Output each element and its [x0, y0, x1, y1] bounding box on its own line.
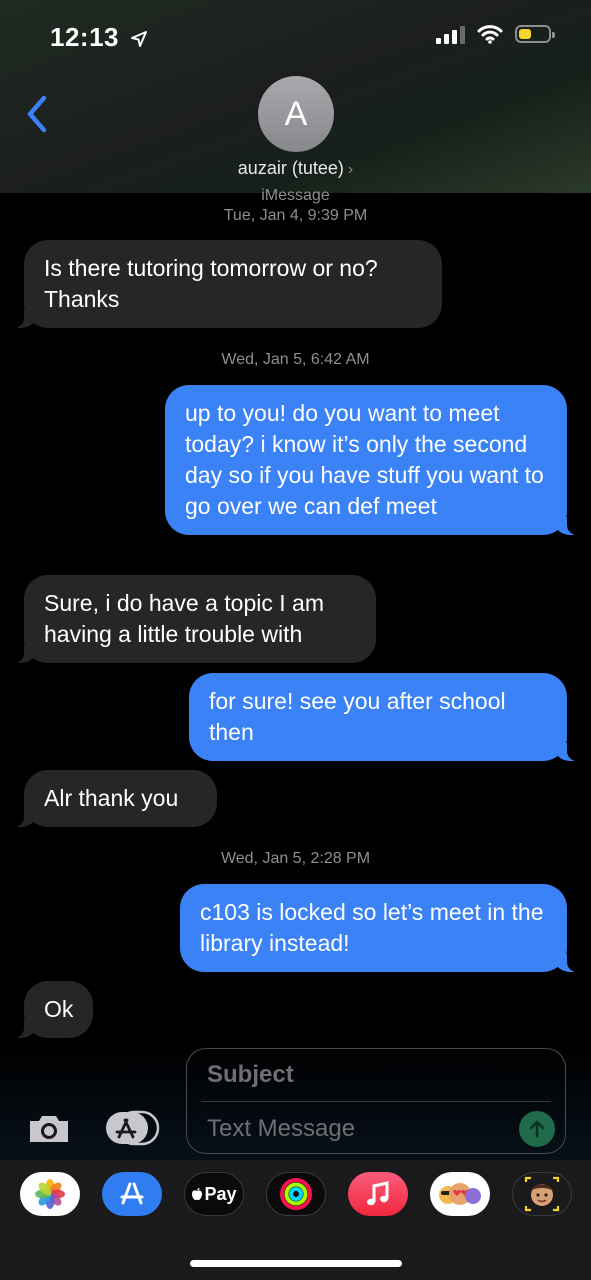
service-label: iMessage [261, 187, 330, 204]
camera-icon[interactable] [26, 1112, 72, 1146]
contact-name-label: auzair (tutee) [237, 158, 344, 178]
memoji-stickers-icon [439, 1183, 481, 1205]
activity-app-icon[interactable] [266, 1172, 326, 1216]
avatar-initial: A [284, 94, 308, 133]
app-store-app-icon[interactable] [102, 1172, 162, 1216]
message-bubble-incoming[interactable]: Ok [14, 981, 93, 1038]
send-button[interactable] [519, 1111, 555, 1147]
message-bubble-incoming[interactable]: Sure, i do have a topic I am having a li… [14, 575, 376, 663]
activity-rings-icon [280, 1178, 312, 1210]
chevron-right-icon: › [347, 161, 354, 178]
timestamp-1: Tue, Jan 4, 9:39 PM [223, 207, 368, 224]
input-divider [201, 1101, 551, 1102]
message-text: for sure! see you after school then [209, 688, 506, 745]
music-note-icon [367, 1181, 389, 1206]
apple-pay-app-icon[interactable]: Pay [184, 1172, 244, 1216]
subject-field[interactable]: Subject [207, 1061, 294, 1089]
message-bubble-outgoing[interactable]: c103 is locked so let’s meet in the libr… [180, 884, 577, 972]
battery-level [519, 29, 531, 39]
battery-icon [515, 25, 555, 43]
animoji-app-icon[interactable] [512, 1172, 572, 1216]
wifi-icon [477, 25, 503, 44]
text-message-field[interactable]: Text Message [207, 1115, 355, 1143]
message-bubble-outgoing[interactable]: up to you! do you want to meet today? i … [165, 385, 577, 535]
app-store-a-icon [120, 1182, 144, 1205]
arrow-up-icon [529, 1120, 545, 1138]
contact-name[interactable]: auzair (tutee) › [0, 158, 591, 179]
status-icons [436, 24, 555, 44]
memoji-stickers-app-icon[interactable] [430, 1172, 490, 1216]
photos-app-icon[interactable] [20, 1172, 80, 1216]
message-thread[interactable]: iMessage Tue, Jan 4, 9:39 PM Is there tu… [0, 187, 591, 1053]
message-text: Ok [44, 996, 74, 1022]
timestamp-2: Wed, Jan 5, 6:42 AM [221, 351, 370, 368]
contact-avatar[interactable]: A [258, 76, 334, 152]
message-text: Is there tutoring tomorrow or no? Thanks [44, 255, 378, 312]
apple-logo-icon [192, 1188, 203, 1200]
message-bubble-incoming[interactable]: Is there tutoring tomorrow or no? Thanks [14, 240, 442, 328]
message-text: up to you! do you want to meet today? i … [185, 400, 544, 519]
message-text: c103 is locked so let’s meet in the libr… [200, 899, 544, 956]
message-text: Alr thank you [44, 785, 179, 811]
back-chevron-icon[interactable] [22, 92, 52, 136]
animoji-face-icon [524, 1176, 560, 1212]
message-bubble-incoming[interactable]: Alr thank you [14, 770, 217, 827]
status-time: 12:13 [50, 22, 149, 53]
timestamp-3: Wed, Jan 5, 2:28 PM [220, 850, 371, 867]
music-app-icon[interactable] [348, 1172, 408, 1216]
photos-flower-icon [35, 1179, 65, 1209]
apple-pay-label: Pay [204, 1183, 237, 1204]
home-indicator[interactable] [190, 1260, 402, 1267]
location-arrow-icon [130, 31, 147, 48]
conversation-header: 12:13 A auzair (tutee) › [0, 0, 591, 193]
cellular-signal-icon [436, 24, 465, 44]
message-text: Sure, i do have a topic I am having a li… [44, 590, 324, 647]
message-bubble-outgoing[interactable]: for sure! see you after school then [189, 673, 577, 761]
app-store-drawer-icon[interactable] [104, 1110, 160, 1146]
message-composer: Subject Text Message [0, 1040, 591, 1160]
message-input[interactable]: Subject Text Message [186, 1048, 566, 1154]
